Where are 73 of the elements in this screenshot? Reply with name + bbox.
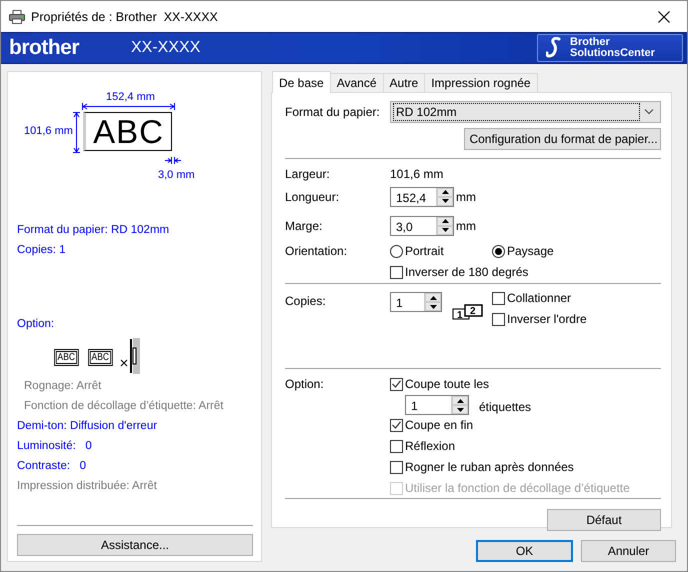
up-arrow-icon [430,296,436,300]
up-arrow-icon [442,190,448,194]
checkbox[interactable]: Collationner [492,290,587,306]
spin-up-button[interactable] [452,396,468,405]
down-arrow-icon [442,199,448,203]
cutter-icon [118,338,140,374]
field-label: Orientation: [285,244,348,258]
down-arrow-icon [442,228,448,232]
checkmark-icon [392,421,401,429]
field-label: Format du papier: [285,105,381,119]
down-arrow-icon [456,408,464,412]
height-dimension: 101,6 mm [24,125,73,137]
radio-button[interactable]: Portrait [390,244,492,258]
spin-up-button[interactable] [425,293,441,302]
field-label: Marge: [285,218,324,232]
summary-text: Fonction de décollage d’étiquette: Arrêt [23,399,224,414]
field-label: Longueur: [285,190,340,204]
paper-format-config-button[interactable]: Configuration du format de papier... [464,128,661,150]
label-preview: ABC [83,112,172,151]
label-sample: ABC [56,351,77,364]
assistance-button[interactable]: Assistance... [17,534,253,556]
cancel-button[interactable]: Annuler [581,540,676,562]
summary-text: Format du papier: RD 102mm [17,223,170,238]
field-label: Copies: [285,293,327,308]
paper-format-dropdown[interactable]: RD 102mm [390,101,661,123]
checkbox[interactable]: Coupe toute les [390,376,661,392]
tab[interactable]: De base [272,71,331,93]
ok-button[interactable]: OK [476,540,573,562]
field-label: Option: [285,376,325,391]
spin-up-button[interactable] [437,188,453,196]
length-field[interactable]: 152,4 [390,186,454,206]
summary-text: Copies: 1 [17,243,67,258]
spin-down-button[interactable] [425,302,441,311]
spin-up-button[interactable] [437,216,453,226]
width-value: 101,6 mm [390,167,444,181]
summary-text: Impression distribuée: Arrêt [17,479,158,494]
margin-field[interactable]: 3,0 [390,216,454,236]
unit-label: mm [456,218,476,232]
cut-count-field[interactable]: 1 [405,395,469,415]
tab[interactable]: Impression rognée [424,73,538,92]
copies-field[interactable]: 1 [390,292,442,312]
radio-button[interactable]: Paysage [492,244,554,258]
window-title: Propriétés de : Brother XX-XXXX [31,10,219,24]
swoosh-logo-icon [546,37,562,59]
summary-text: Option: [17,317,56,332]
height-arrow [73,112,80,153]
checkmark-icon [392,380,401,388]
checkbox[interactable]: Rogner le ruban après données [390,459,661,475]
up-arrow-icon [442,219,448,223]
width-dimension: 152,4 mm [106,91,155,103]
unit-label: étiquettes [479,399,532,414]
brand-logo: brother [9,36,79,60]
checkbox[interactable]: Inverser de 180 degrés [390,264,661,280]
unit-label: mm [456,190,476,204]
margin-dimension: 3,0 mm [158,169,195,181]
summary-text: Demi-ton: Diffusion d'erreur [17,419,158,434]
spin-down-button[interactable] [452,405,468,414]
margin-arrow [165,157,181,164]
field-label: Largeur: [285,167,331,181]
default-button[interactable]: Défaut [547,509,661,531]
solutions-center-button[interactable]: Brother SolutionsCenter [537,34,683,62]
checkbox[interactable]: Inverser l'ordre [492,311,587,327]
up-arrow-icon [456,398,464,402]
printer-icon [9,10,25,24]
label-sample: ABC [89,351,110,364]
summary-text: Rognage: Arrêt [23,379,102,394]
summary-text: Luminosité: 0 [17,439,93,454]
checkbox[interactable]: Coupe en fin [390,417,661,433]
close-icon [658,10,670,22]
model-name: XX-XXXX [131,39,202,57]
down-arrow-icon [430,304,436,308]
summary-text: Contraste: 0 [17,459,88,474]
checkbox[interactable]: Réflexion [390,438,661,454]
